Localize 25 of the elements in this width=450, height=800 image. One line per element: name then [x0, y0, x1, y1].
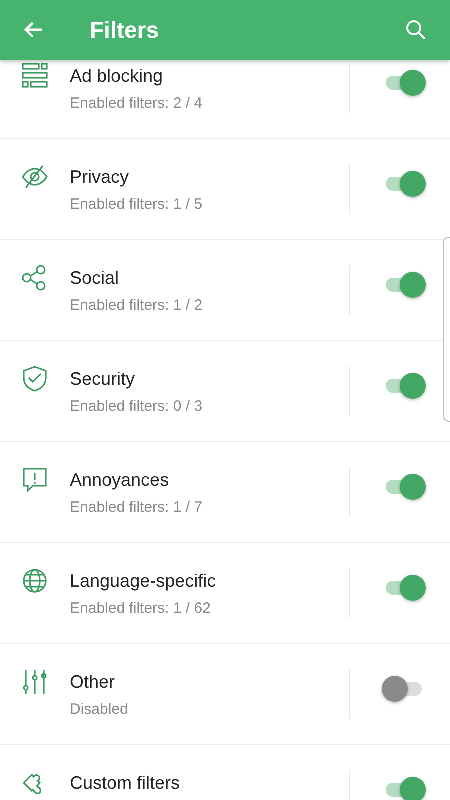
category-status: Enabled filters: 1 / 7: [70, 499, 204, 516]
category-name: Annoyances: [70, 470, 170, 491]
category-status: Enabled filters: 1 / 2: [70, 297, 204, 314]
category-name: Custom filters: [70, 773, 182, 794]
category-name: Language-specific: [70, 571, 218, 592]
category-name: Other: [70, 672, 116, 693]
category-status: Enabled filters: 1 / 62: [70, 600, 212, 617]
category-name: Privacy: [70, 167, 130, 188]
category-name: Social: [70, 268, 120, 289]
category-status: Enabled filters: 0 / 3: [70, 398, 204, 415]
category-status: Enabled filters: 1 / 5: [70, 196, 204, 213]
screen-title: Filters: [90, 16, 160, 44]
search-icon[interactable]: [404, 18, 428, 42]
category-name: Security: [70, 369, 136, 390]
category-status: Enabled filters: 2 / 4: [70, 95, 204, 112]
alert-message-icon: [22, 467, 48, 493]
sliders-icon: [22, 669, 48, 695]
category-status: Disabled: [70, 701, 130, 718]
scroll-thumb[interactable]: [443, 237, 450, 422]
share-icon: [22, 265, 48, 291]
shield-check-icon: [22, 366, 48, 392]
globe-icon: [22, 568, 48, 594]
eye-slash-icon: [22, 164, 48, 190]
list-icon: [22, 63, 48, 89]
category-name: Ad blocking: [70, 66, 164, 87]
